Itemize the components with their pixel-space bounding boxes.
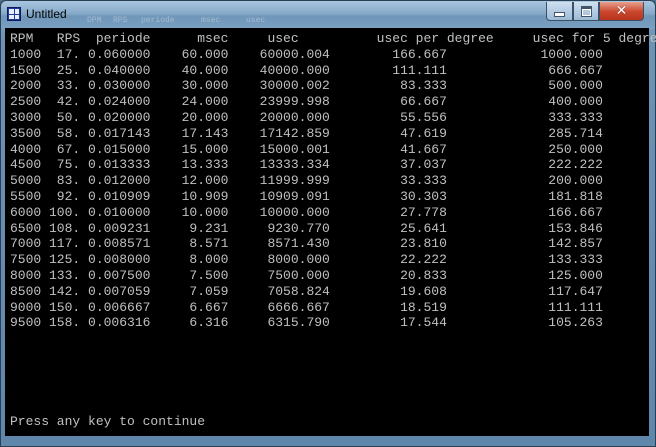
ghost-title-fragment: DPM bbox=[87, 16, 102, 25]
ghost-title-fragment: periode bbox=[141, 16, 175, 25]
console-line: 4500 75. 0.013333 13.333 13333.334 37.03… bbox=[10, 157, 603, 173]
close-icon: ✕ bbox=[615, 3, 628, 19]
console-line: 8500 142. 0.007059 7.059 7058.824 19.608… bbox=[10, 283, 603, 299]
console-output[interactable]: RPM RPS periode msec usec usec per degre… bbox=[5, 28, 656, 436]
window-title: Untitled bbox=[26, 7, 67, 21]
continue-prompt: Press any key to continue bbox=[10, 414, 206, 429]
title-bar[interactable]: Untitled DPM RPS periode msec usec ✕ bbox=[1, 1, 655, 29]
console-header-line: RPM RPS periode msec usec usec per degre… bbox=[10, 31, 656, 46]
console-window: Untitled DPM RPS periode msec usec ✕ RPM… bbox=[0, 0, 656, 447]
console-line: 5500 92. 0.010909 10.909 10909.091 30.30… bbox=[10, 189, 603, 204]
console-line: 2000 33. 0.030000 30.000 30000.002 83.33… bbox=[10, 78, 603, 94]
console-line: 9500 158. 0.006316 6.316 6315.790 17.544… bbox=[10, 315, 603, 331]
console-line: 3500 58. 0.017143 17.143 17142.859 47.61… bbox=[10, 125, 603, 141]
ghost-title-fragment: msec bbox=[201, 16, 221, 25]
console-line: 1000 17. 0.060000 60.000 60000.004 166.6… bbox=[10, 46, 603, 62]
app-grid-icon[interactable] bbox=[7, 7, 21, 21]
console-line: 8000 133. 0.007500 7.500 7500.000 20.833… bbox=[10, 268, 603, 283]
console-line: 2500 42. 0.024000 24.000 23999.998 66.66… bbox=[10, 94, 603, 110]
console-line: 6500 108. 0.009231 9.231 9230.770 25.641… bbox=[10, 220, 603, 236]
ghost-title-fragment: RPS bbox=[113, 16, 128, 25]
console-line: 4000 67. 0.015000 15.000 15000.001 41.66… bbox=[10, 141, 603, 157]
console-line: 5000 83. 0.012000 12.000 11999.999 33.33… bbox=[10, 173, 603, 189]
maximize-icon bbox=[580, 5, 592, 17]
console-line: 1500 25. 0.040000 40.000 40000.000 111.1… bbox=[10, 62, 603, 78]
console-line: 6000 100. 0.010000 10.000 10000.000 27.7… bbox=[10, 204, 603, 220]
minimize-icon bbox=[554, 12, 565, 17]
maximize-button[interactable] bbox=[573, 2, 599, 21]
console-line: 7000 117. 0.008571 8.571 8571.430 23.810… bbox=[10, 236, 603, 252]
console-line: 9000 150. 0.006667 6.667 6666.667 18.519… bbox=[10, 299, 603, 315]
minimize-button[interactable] bbox=[546, 2, 573, 21]
console-line: 3000 50. 0.020000 20.000 20000.000 55.55… bbox=[10, 110, 603, 125]
console-line: 7500 125. 0.008000 8.000 8000.000 22.222… bbox=[10, 252, 603, 268]
ghost-title-fragment: usec bbox=[246, 16, 266, 25]
close-button[interactable]: ✕ bbox=[599, 2, 644, 21]
